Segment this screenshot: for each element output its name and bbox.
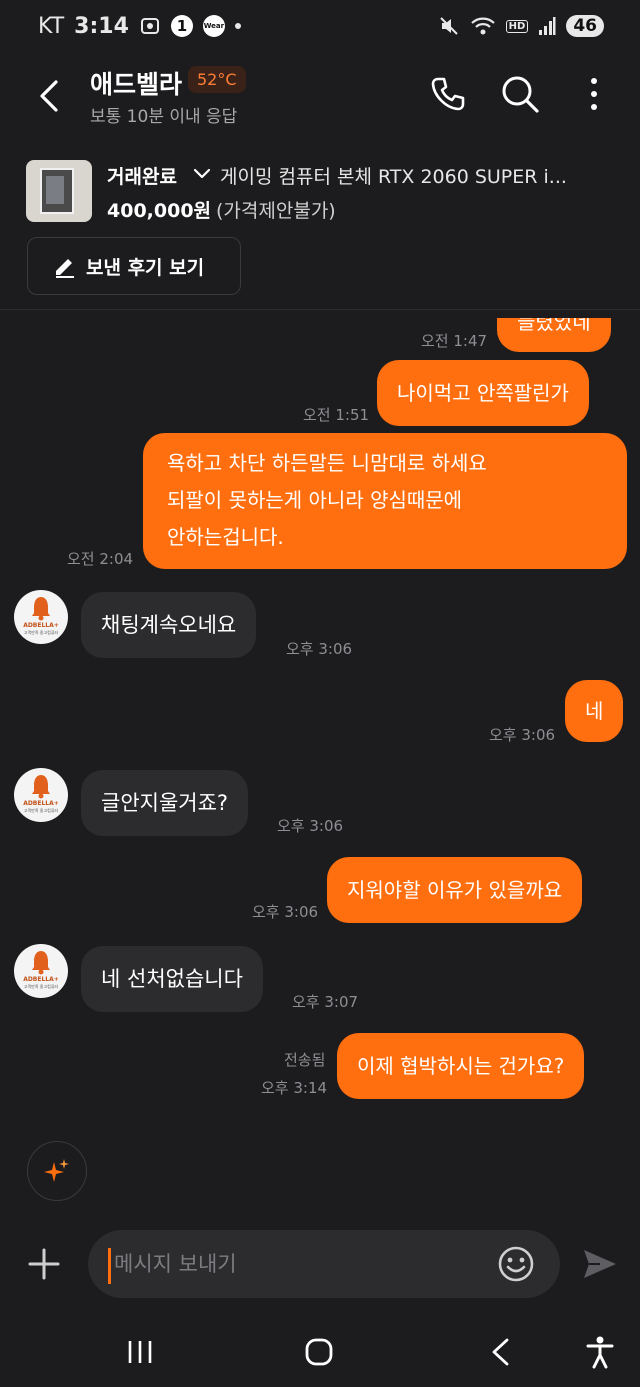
accessibility-button[interactable] bbox=[578, 1330, 622, 1374]
message-bubble-incoming[interactable]: 채팅계속오네요 bbox=[81, 592, 257, 658]
send-icon bbox=[584, 1250, 616, 1278]
home-button[interactable] bbox=[297, 1330, 341, 1374]
chat-header: 애드벨라 52°C 보통 10분 이내 응답 bbox=[0, 58, 640, 134]
status-bar: KT 3:14 1 Wear HD 46 bbox=[0, 0, 640, 52]
message-text: 네 선처없습니다 bbox=[101, 967, 243, 991]
message-bubble-incoming[interactable]: 네 선처없습니다 bbox=[81, 946, 263, 1012]
wear-icon: Wear bbox=[202, 15, 225, 37]
system-navigation-bar bbox=[0, 1316, 640, 1382]
message-composer bbox=[0, 1228, 640, 1302]
message-timestamp: 오후 3:06 bbox=[489, 726, 556, 744]
plus-icon bbox=[28, 1248, 60, 1280]
partner-avatar[interactable]: ADBELLA+ 고객만족 중고컴퓨터 bbox=[14, 590, 68, 644]
accessibility-icon bbox=[586, 1336, 614, 1369]
message-line: 욕하고 차단 하든말든 니맘대로 하세요 bbox=[167, 451, 487, 475]
avatar-tagline: 고객만족 중고컴퓨터 bbox=[23, 808, 59, 813]
search-button[interactable] bbox=[498, 72, 542, 116]
message-bubble-outgoing[interactable]: 나이먹고 안쪽팔린가 bbox=[377, 360, 589, 426]
message-line: 안하는겁니다. bbox=[167, 525, 284, 549]
message-bubble-outgoing[interactable]: 지워야할 이유가 있을까요 bbox=[327, 857, 583, 923]
message-timestamp: 오후 3:07 bbox=[292, 993, 359, 1011]
message-timestamp: 오전 1:51 bbox=[303, 406, 370, 424]
attach-button[interactable] bbox=[24, 1244, 64, 1284]
call-button[interactable] bbox=[426, 72, 470, 116]
signal-icon bbox=[539, 17, 556, 35]
message-input[interactable] bbox=[114, 1230, 494, 1298]
more-menu-button[interactable] bbox=[572, 72, 616, 116]
message-line: 되팔이 못하는게 아니라 양심때문에 bbox=[167, 488, 463, 512]
message-timestamp: 오후 3:06 bbox=[277, 817, 344, 835]
back-button[interactable] bbox=[32, 74, 72, 118]
deal-status-label[interactable]: 거래완료 bbox=[107, 162, 177, 189]
message-text: 지워야할 이유가 있을까요 bbox=[347, 878, 563, 902]
avatar-tagline: 고객만족 중고컴퓨터 bbox=[23, 630, 59, 635]
message-timestamp: 오전 2:04 bbox=[67, 550, 134, 568]
product-price: 400,000원 bbox=[107, 200, 212, 222]
message-timestamp: 오후 3:06 bbox=[286, 640, 353, 658]
message-input-container[interactable] bbox=[88, 1230, 560, 1298]
bell-icon bbox=[32, 597, 50, 621]
pencil-icon bbox=[56, 259, 74, 278]
message-timestamp: 오전 1:47 bbox=[421, 332, 488, 350]
recents-icon bbox=[128, 1341, 152, 1363]
recents-button[interactable] bbox=[118, 1330, 162, 1374]
partner-avatar[interactable]: ADBELLA+ 고객만족 중고컴퓨터 bbox=[14, 768, 68, 822]
avatar-brand-text: ADBELLA+ bbox=[23, 622, 59, 629]
ai-assist-button[interactable] bbox=[27, 1141, 87, 1201]
more-notifications-dot bbox=[234, 23, 241, 29]
message-bubble-outgoing[interactable]: 이제 협박하시는 건가요? bbox=[337, 1033, 585, 1099]
message-timestamp: 오후 3:14 bbox=[261, 1079, 328, 1097]
message-text: 나이먹고 안쪽팔린가 bbox=[397, 381, 569, 405]
message-text: 들렸었네 bbox=[517, 318, 591, 334]
bell-icon bbox=[32, 775, 50, 799]
message-text: 글안지울거죠? bbox=[101, 791, 229, 815]
chevron-down-icon[interactable] bbox=[192, 164, 212, 184]
message-sent-status: 전송됨 bbox=[284, 1051, 326, 1069]
sparkle-icon bbox=[44, 1159, 69, 1182]
message-text: 이제 협박하시는 건가요? bbox=[357, 1054, 565, 1078]
sent-review-button[interactable]: 보낸 후기 보기 bbox=[27, 237, 241, 295]
message-list[interactable]: 들렸었네 오전 1:47 나이먹고 안쪽팔린가 오전 1:51 욕하고 차단 하… bbox=[0, 318, 640, 1138]
price-note: (가격제안불가) bbox=[216, 200, 336, 222]
message-bubble-outgoing[interactable]: 욕하고 차단 하든말든 니맘대로 하세요 되팔이 못하는게 아니라 양심때문에 … bbox=[143, 433, 627, 569]
avatar-brand-text: ADBELLA+ bbox=[23, 976, 59, 983]
more-icon bbox=[591, 78, 597, 110]
send-button[interactable] bbox=[580, 1244, 620, 1284]
emoji-button[interactable] bbox=[496, 1244, 536, 1284]
phone-icon bbox=[431, 77, 465, 111]
text-caret bbox=[108, 1248, 111, 1284]
home-icon bbox=[305, 1338, 333, 1366]
partner-avatar[interactable]: ADBELLA+ 고객만족 중고컴퓨터 bbox=[14, 944, 68, 998]
avatar-brand-text: ADBELLA+ bbox=[23, 800, 59, 807]
message-timestamp: 오후 3:06 bbox=[252, 903, 319, 921]
nav-back-button[interactable] bbox=[478, 1330, 522, 1374]
notification-count-badge: 1 bbox=[170, 15, 193, 37]
message-bubble-outgoing[interactable]: 들렸었네 bbox=[497, 318, 611, 352]
nav-back-icon bbox=[492, 1338, 509, 1366]
message-bubble-incoming[interactable]: 글안지울거죠? bbox=[81, 770, 249, 836]
bell-icon bbox=[32, 951, 50, 975]
chat-partner-name[interactable]: 애드벨라 bbox=[90, 65, 182, 101]
product-title[interactable]: 게이밍 컴퓨터 본체 RTX 2060 SUPER i... bbox=[220, 162, 567, 189]
message-text: 채팅계속오네요 bbox=[101, 613, 237, 637]
response-time-label: 보통 10분 이내 응답 bbox=[90, 107, 238, 127]
product-card: 거래완료 게이밍 컴퓨터 본체 RTX 2060 SUPER i... 400,… bbox=[0, 150, 640, 310]
manner-temperature-badge[interactable]: 52°C bbox=[188, 66, 246, 93]
clock: 3:14 bbox=[74, 13, 129, 39]
mute-icon bbox=[439, 17, 458, 35]
wifi-icon bbox=[470, 17, 495, 35]
back-icon bbox=[40, 80, 58, 112]
hd-voice-icon: HD bbox=[505, 19, 529, 33]
emoji-icon bbox=[498, 1246, 534, 1282]
battery-indicator: 46 bbox=[566, 15, 604, 37]
screenshot-icon bbox=[140, 18, 159, 34]
carrier-label: KT bbox=[38, 13, 65, 39]
message-bubble-outgoing[interactable]: 네 bbox=[565, 680, 624, 742]
sent-review-label: 보낸 후기 보기 bbox=[86, 256, 205, 279]
avatar-tagline: 고객만족 중고컴퓨터 bbox=[23, 984, 59, 989]
product-thumbnail[interactable] bbox=[26, 160, 92, 222]
search-icon bbox=[502, 76, 539, 113]
message-text: 네 bbox=[585, 699, 604, 723]
